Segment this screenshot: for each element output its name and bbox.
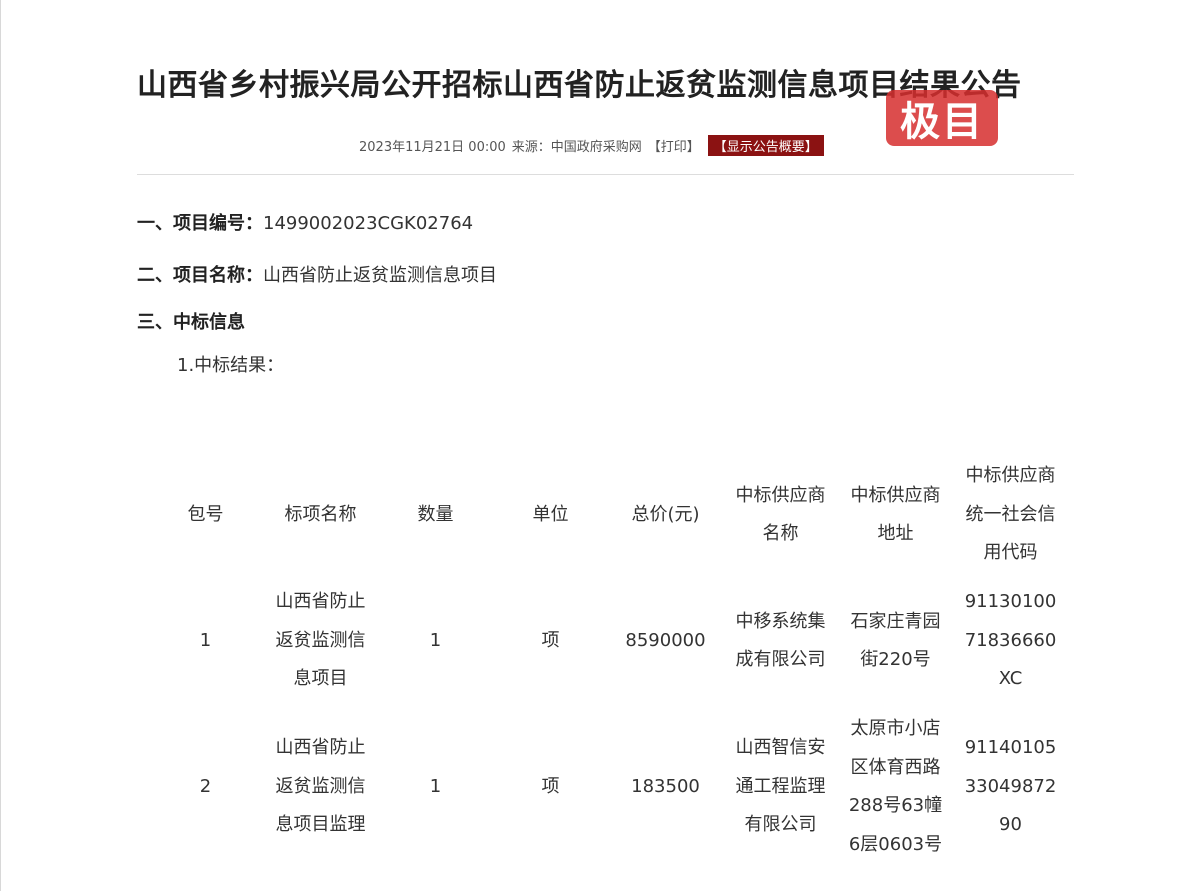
cell-quantity: 1 [429,629,442,651]
cell-item-name: 山西省防止返贫监测信息项目监理 [275,737,366,836]
award-results-table: 包号 标项名称 数量 单位 总价(元) 中标供应商名称 中标供应商地址 中标供应… [148,457,1068,865]
header-total-price: 总价(元) [631,503,700,525]
header-credit-code: 中标供应商统一社会信用代码 [965,465,1056,564]
show-summary-button[interactable]: 【显示公告概要】 [707,134,824,156]
project-name-value: 山西省防止返贫监测信息项目 [263,265,497,286]
cell-credit-code: 911401053304987290 [964,737,1057,836]
header-divider [137,174,1074,175]
cell-supplier-address: 太原市小店区体育西路288号63幢6层0603号 [848,718,943,855]
project-name-label: 二、项目名称： [137,265,263,286]
award-info-heading: 三、中标信息 [137,308,245,334]
project-number-value: 1499002023CGK02764 [263,213,474,234]
watermark-logo: 极目 [886,90,998,146]
table-row: 1 山西省防止返贫监测信息项目 1 项 8590000 中移系统集成有限公司 石… [148,573,1068,709]
cell-package-no: 2 [199,775,212,797]
table-header-row: 包号 标项名称 数量 单位 总价(元) 中标供应商名称 中标供应商地址 中标供应… [148,457,1068,573]
header-supplier-address: 中标供应商地址 [850,484,941,545]
article-meta: 2023年11月21日 00:00 来源：中国政府采购网 【打印】 【显示公告概… [359,134,824,156]
header-quantity: 数量 [417,503,454,525]
cell-total-price: 183500 [631,775,700,797]
cell-package-no: 1 [199,629,212,651]
project-number-field: 一、项目编号：1499002023CGK02764 [137,209,473,235]
header-package-no: 包号 [187,503,224,525]
award-result-subheading: 1.中标结果： [177,355,285,376]
cell-unit: 项 [541,629,560,651]
cell-supplier-name: 中移系统集成有限公司 [735,610,826,671]
award-info-label: 三、中标信息 [137,312,245,333]
print-link[interactable]: 【打印】 [648,136,700,155]
project-number-label: 一、项目编号： [137,213,263,234]
source-text: 来源：中国政府采购网 [511,139,642,155]
header-unit: 单位 [532,503,569,525]
cell-item-name: 山西省防止返贫监测信息项目 [275,591,366,690]
header-supplier-name: 中标供应商名称 [735,484,826,545]
cell-credit-code: 9113010071836660XC [964,591,1057,690]
cell-supplier-name: 山西智信安通工程监理有限公司 [735,737,826,836]
publish-datetime: 2023年11月21日 00:00 [359,139,506,155]
header-item-name: 标项名称 [284,503,357,525]
project-name-field: 二、项目名称：山西省防止返贫监测信息项目 [137,261,497,287]
cell-unit: 项 [541,775,560,797]
cell-supplier-address: 石家庄青园街220号 [850,610,941,671]
page-edge [0,0,1,891]
table-row: 2 山西省防止返贫监测信息项目监理 1 项 183500 山西智信安通工程监理有… [148,709,1068,865]
cell-quantity: 1 [429,775,442,797]
cell-total-price: 8590000 [625,629,706,651]
